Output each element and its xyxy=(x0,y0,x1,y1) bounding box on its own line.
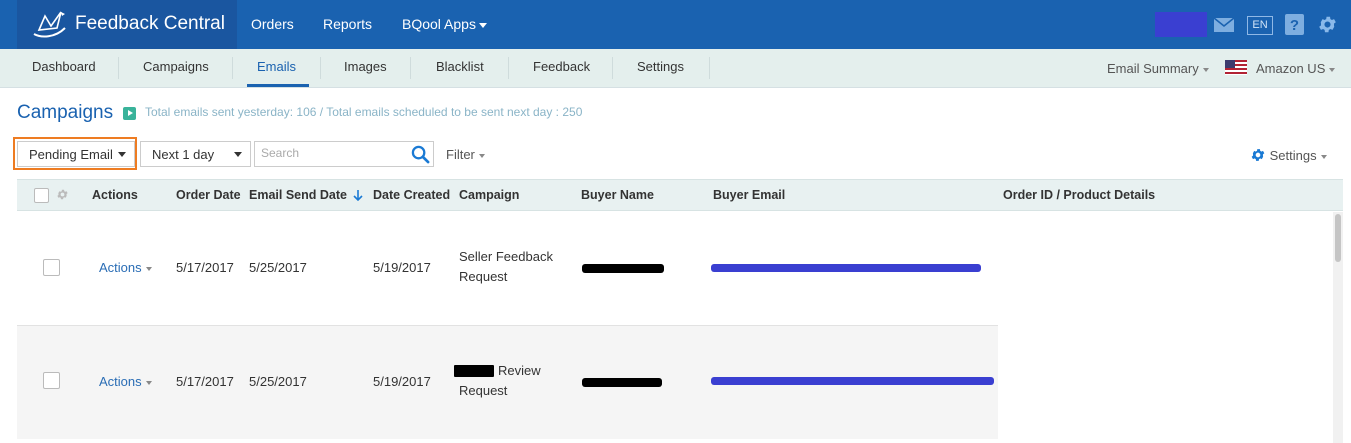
chevron-down-icon xyxy=(1202,67,1209,72)
campaign-name-line-1: Seller Feedback xyxy=(459,249,553,264)
search-icon[interactable] xyxy=(411,145,430,164)
mail-icon[interactable] xyxy=(1213,17,1235,33)
product-details-column xyxy=(998,212,1330,443)
chevron-down-icon xyxy=(1329,67,1336,72)
tab-feedback[interactable]: Feedback xyxy=(533,59,590,74)
campaign-name[interactable]: Review Request xyxy=(459,361,569,401)
column-header-buyer-email[interactable]: Buyer Email xyxy=(713,188,785,202)
tab-dashboard[interactable]: Dashboard xyxy=(32,59,96,74)
nav-orders[interactable]: Orders xyxy=(251,16,294,32)
search-box xyxy=(254,141,434,167)
campaign-name[interactable]: Seller Feedback Request xyxy=(459,247,569,287)
tab-settings[interactable]: Settings xyxy=(637,59,684,74)
column-header-email-send-date-label: Email Send Date xyxy=(249,188,347,202)
email-summary-dropdown[interactable]: Email Summary xyxy=(1107,61,1209,76)
page-title: Campaigns xyxy=(17,102,114,123)
language-button[interactable]: EN xyxy=(1247,16,1273,35)
redacted-buyer-name xyxy=(582,264,664,273)
scrollbar-thumb[interactable] xyxy=(1335,214,1341,262)
nav-bqool-apps-label: BQool Apps xyxy=(402,16,476,32)
divider xyxy=(508,57,509,79)
svg-text:?: ? xyxy=(1290,17,1299,34)
row-checkbox[interactable] xyxy=(43,372,60,389)
chevron-down-icon xyxy=(145,266,152,271)
marketplace-dropdown[interactable]: Amazon US xyxy=(1256,61,1336,76)
help-icon[interactable]: ? xyxy=(1285,14,1304,35)
search-input[interactable] xyxy=(261,146,401,160)
filter-label: Filter xyxy=(446,147,475,162)
chevron-down-icon xyxy=(145,380,152,385)
column-header-order-date[interactable]: Order Date xyxy=(176,188,241,202)
logo-icon xyxy=(33,11,66,38)
column-header-email-send-date[interactable]: Email Send Date xyxy=(249,188,364,202)
brand-name: Feedback Central xyxy=(75,13,225,34)
divider xyxy=(232,57,233,79)
nav-reports[interactable]: Reports xyxy=(323,16,372,32)
email-send-date: 5/25/2017 xyxy=(249,260,307,275)
highlight-box xyxy=(13,137,137,170)
divider xyxy=(612,57,613,79)
gear-icon[interactable] xyxy=(1317,14,1338,35)
chevron-down-icon xyxy=(234,152,242,157)
row-actions-dropdown[interactable]: Actions xyxy=(99,260,152,275)
table-settings-dropdown[interactable]: Settings xyxy=(1250,147,1327,163)
settings-label: Settings xyxy=(1269,148,1317,163)
row-checkbox[interactable] xyxy=(43,259,60,276)
column-header-order-id[interactable]: Order ID / Product Details xyxy=(1003,188,1155,202)
range-select-value: Next 1 day xyxy=(152,147,215,162)
gear-icon xyxy=(1251,149,1265,161)
divider xyxy=(410,57,411,79)
column-header-campaign[interactable]: Campaign xyxy=(459,188,519,202)
email-summary-label: Email Summary xyxy=(1107,61,1199,76)
sort-down-arrow-icon xyxy=(353,190,364,202)
tab-campaigns[interactable]: Campaigns xyxy=(143,59,209,74)
sub-navigation: Dashboard Campaigns Emails Images Blackl… xyxy=(0,49,1351,88)
divider xyxy=(118,57,119,79)
row-actions-label: Actions xyxy=(99,374,142,389)
column-header-buyer-name[interactable]: Buyer Name xyxy=(581,188,654,202)
redacted-buyer-email[interactable] xyxy=(711,377,994,385)
campaign-name-line-2: Request xyxy=(459,383,508,398)
chevron-down-icon xyxy=(1320,154,1327,159)
order-date: 5/17/2017 xyxy=(176,260,234,275)
divider xyxy=(709,57,710,79)
tab-emails[interactable]: Emails xyxy=(257,59,296,74)
us-flag-icon xyxy=(1225,60,1247,75)
chevron-down-icon xyxy=(478,22,487,28)
column-header-date-created[interactable]: Date Created xyxy=(373,188,450,202)
redacted-buyer-name xyxy=(582,378,662,387)
email-stats: Total emails sent yesterday: 106 / Total… xyxy=(145,105,583,119)
filter-dropdown[interactable]: Filter xyxy=(446,147,485,162)
gear-icon[interactable] xyxy=(56,188,69,201)
chevron-down-icon xyxy=(478,153,485,158)
nav-bqool-apps[interactable]: BQool Apps xyxy=(402,16,487,32)
range-select[interactable]: Next 1 day xyxy=(140,141,251,167)
divider xyxy=(320,57,321,79)
tab-images[interactable]: Images xyxy=(344,59,387,74)
top-bar: Feedback Central Orders Reports BQool Ap… xyxy=(0,0,1351,49)
date-created: 5/19/2017 xyxy=(373,374,431,389)
email-send-date: 5/25/2017 xyxy=(249,374,307,389)
tab-blacklist[interactable]: Blacklist xyxy=(436,59,484,74)
redacted-account[interactable] xyxy=(1155,12,1207,37)
table-header: Actions Order Date Email Send Date Date … xyxy=(17,179,1343,211)
brand[interactable]: Feedback Central xyxy=(17,0,237,49)
active-tab-indicator xyxy=(247,84,309,87)
redacted-buyer-email[interactable] xyxy=(711,264,981,272)
campaign-name-line-1: Review xyxy=(498,363,541,378)
row-actions-dropdown[interactable]: Actions xyxy=(99,374,152,389)
column-header-actions: Actions xyxy=(92,188,138,202)
order-date: 5/17/2017 xyxy=(176,374,234,389)
marketplace-label: Amazon US xyxy=(1256,61,1326,76)
play-icon[interactable] xyxy=(123,107,136,120)
date-created: 5/19/2017 xyxy=(373,260,431,275)
row-actions-label: Actions xyxy=(99,260,142,275)
select-all-checkbox[interactable] xyxy=(34,188,49,203)
campaign-name-line-2: Request xyxy=(459,269,508,284)
